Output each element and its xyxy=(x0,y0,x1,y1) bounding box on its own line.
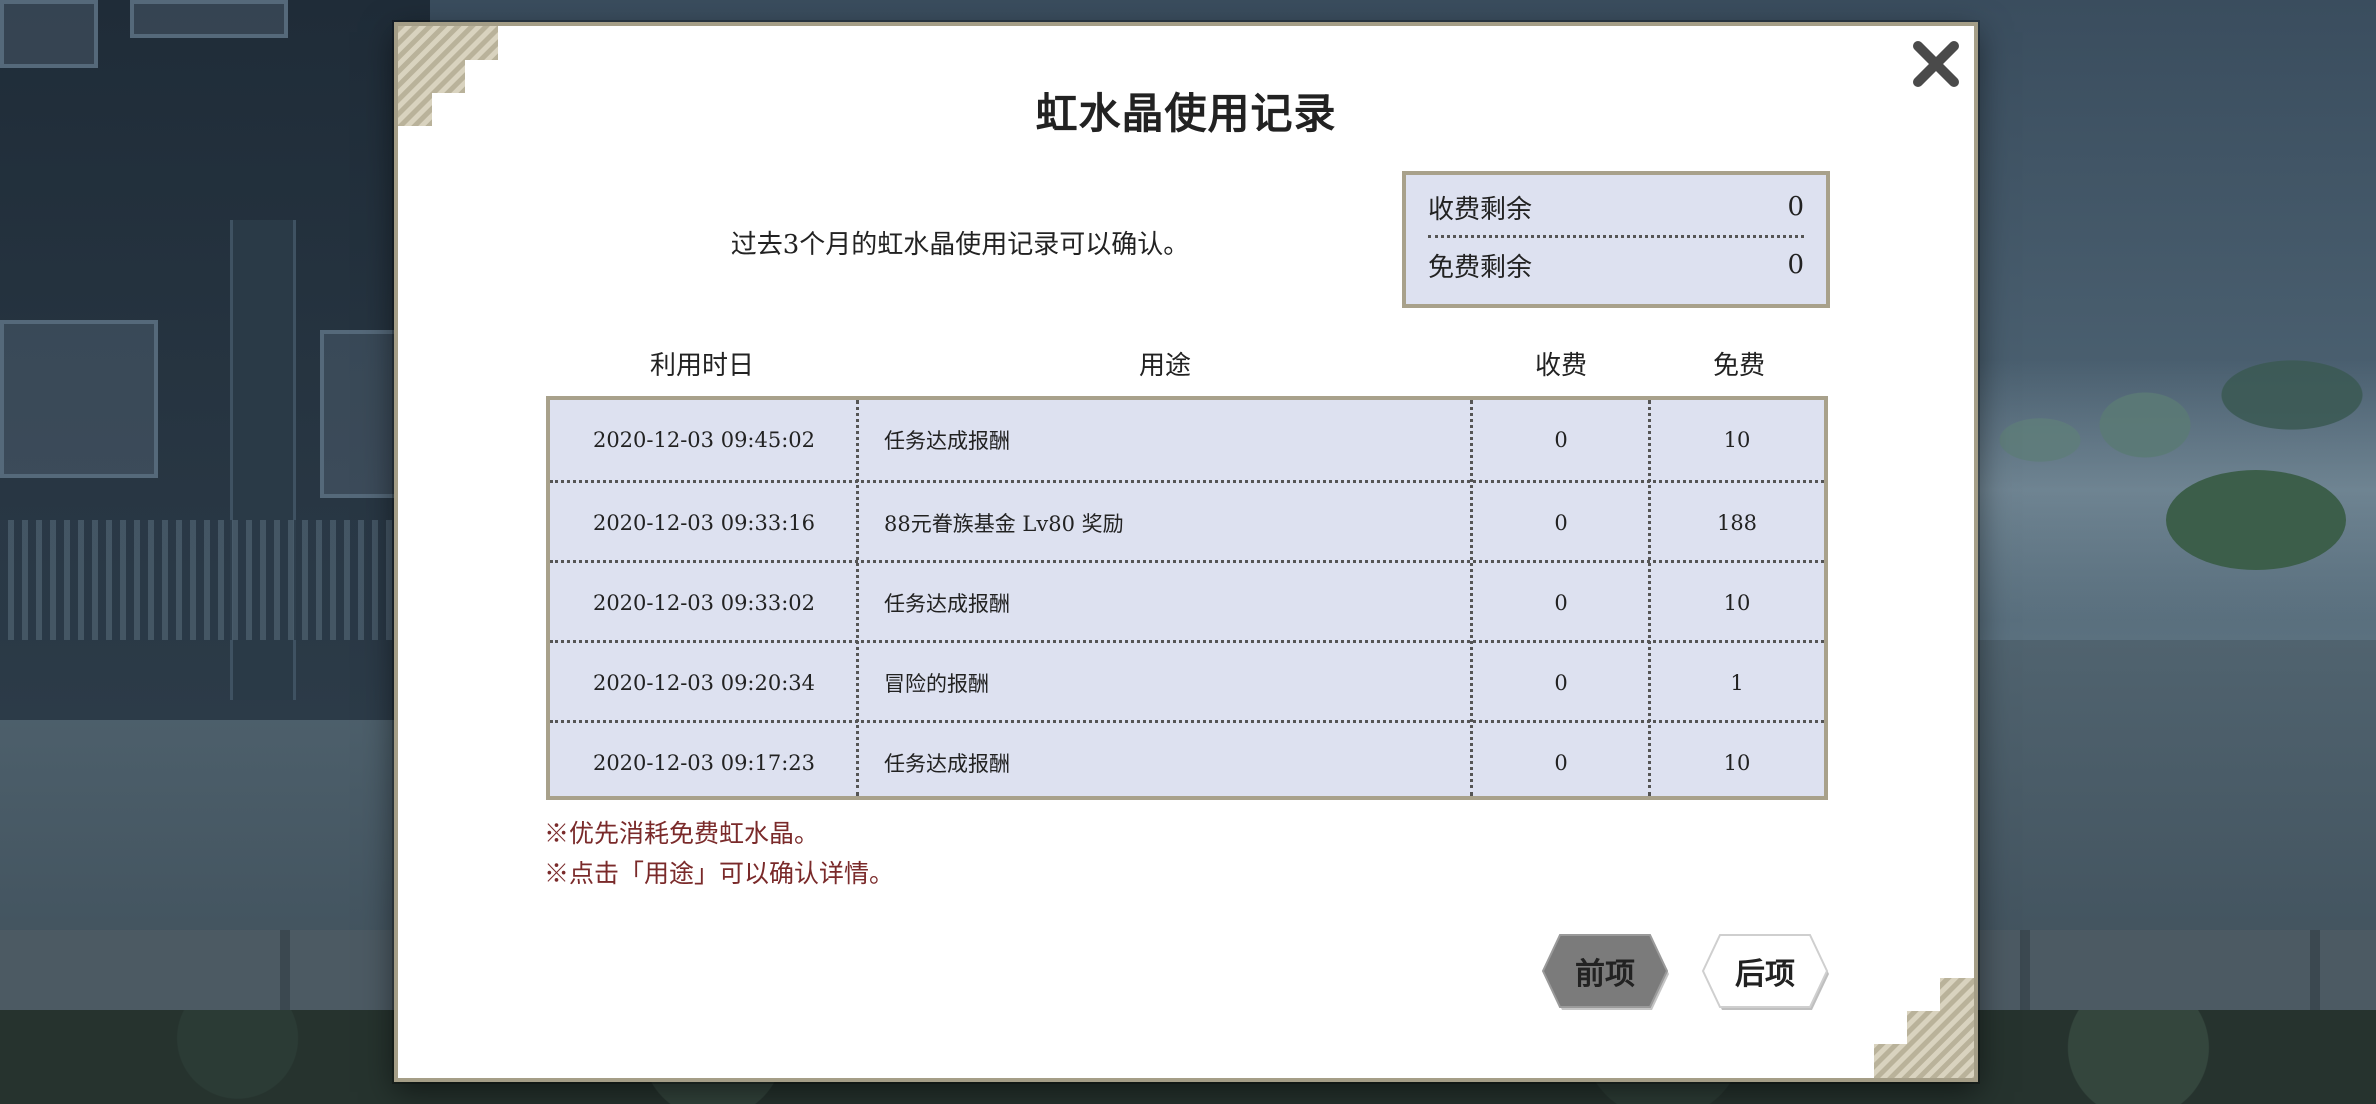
notes: ※优先消耗免费虹水晶。 ※点击「用途」可以确认详情。 xyxy=(544,814,894,894)
record-free: 10 xyxy=(1723,591,1751,615)
dialog-title: 虹水晶使用记录 xyxy=(1035,89,1337,138)
column-header-paid: 收费 xyxy=(1534,351,1587,381)
table-row[interactable]: 2020-12-03 09:33:16 88元眷族基金 Lv80 奖励 0 18… xyxy=(550,480,1824,563)
record-date: 2020-12-03 09:33:16 xyxy=(592,511,816,535)
free-balance-label: 免费剩余 xyxy=(1428,252,1533,283)
balance-panel: 收费剩余 0 免费剩余 0 xyxy=(1402,171,1830,308)
record-free: 188 xyxy=(1716,511,1758,535)
next-page-button[interactable]: 后项 xyxy=(1700,932,1830,1010)
record-free: 1 xyxy=(1730,671,1744,695)
record-free: 10 xyxy=(1723,428,1751,452)
column-header-usage: 用途 xyxy=(1138,351,1191,381)
table-row[interactable]: 2020-12-03 09:45:02 任务达成报酬 0 10 xyxy=(550,400,1824,480)
record-usage[interactable]: 任务达成报酬 xyxy=(858,400,1472,480)
column-header-date: 利用时日 xyxy=(649,351,754,381)
record-paid: 0 xyxy=(1554,428,1568,452)
corner-ornament-bottom-right xyxy=(1874,978,1974,1078)
building-window xyxy=(130,0,288,38)
dialog-subtitle: 过去3个月的虹水晶使用记录可以确认。 xyxy=(730,230,1190,260)
building-window xyxy=(0,320,158,478)
record-paid: 0 xyxy=(1554,591,1568,615)
paid-balance-row: 收费剩余 0 xyxy=(1428,179,1804,238)
record-date: 2020-12-03 09:17:23 xyxy=(592,751,816,775)
record-paid: 0 xyxy=(1554,751,1568,775)
table-header: 利用时日 用途 收费 免费 xyxy=(546,345,1828,385)
table-row[interactable]: 2020-12-03 09:17:23 任务达成报酬 0 10 xyxy=(550,720,1824,803)
paid-balance-value: 0 xyxy=(1787,192,1804,222)
railing xyxy=(0,520,420,640)
paid-balance-label: 收费剩余 xyxy=(1428,194,1533,225)
records-table: 2020-12-03 09:45:02 任务达成报酬 0 10 2020-12-… xyxy=(546,396,1828,800)
record-usage[interactable]: 88元眷族基金 Lv80 奖励 xyxy=(858,483,1472,563)
record-date: 2020-12-03 09:20:34 xyxy=(592,671,816,695)
record-usage[interactable]: 冒险的报酬 xyxy=(858,643,1472,723)
table-row[interactable]: 2020-12-03 09:20:34 冒险的报酬 0 1 xyxy=(550,640,1824,723)
record-usage[interactable]: 任务达成报酬 xyxy=(858,723,1472,803)
note-priority: ※优先消耗免费虹水晶。 xyxy=(544,819,820,848)
record-free: 10 xyxy=(1723,751,1751,775)
record-date: 2020-12-03 09:33:02 xyxy=(592,591,816,615)
next-button-label: 后项 xyxy=(1735,957,1795,992)
prev-button-label: 前项 xyxy=(1575,957,1635,992)
bush xyxy=(2166,470,2346,570)
free-balance-row: 免费剩余 0 xyxy=(1428,237,1804,293)
record-paid: 0 xyxy=(1554,671,1568,695)
table-row[interactable]: 2020-12-03 09:33:02 任务达成报酬 0 10 xyxy=(550,560,1824,643)
record-date: 2020-12-03 09:45:02 xyxy=(592,428,816,452)
building-window xyxy=(0,0,98,68)
prev-page-button[interactable]: 前项 xyxy=(1540,932,1670,1010)
record-paid: 0 xyxy=(1554,511,1568,535)
record-usage[interactable]: 任务达成报酬 xyxy=(858,563,1472,643)
column-header-free: 免费 xyxy=(1712,351,1765,381)
note-details-hint: ※点击「用途」可以确认详情。 xyxy=(544,859,895,888)
free-balance-value: 0 xyxy=(1787,250,1804,280)
